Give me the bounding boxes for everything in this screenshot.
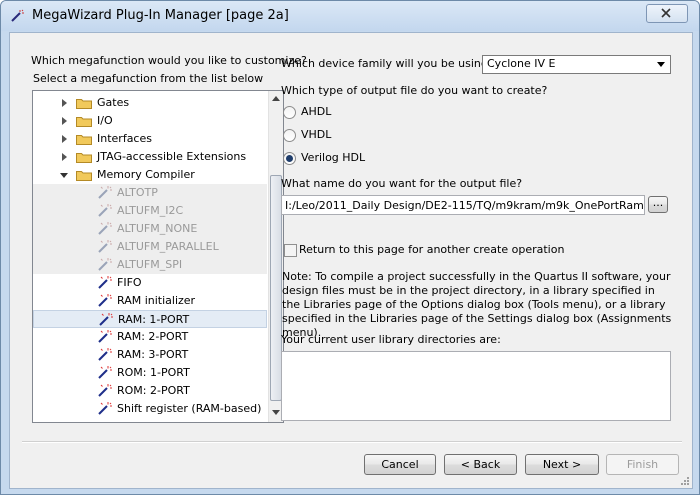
magic-wand-icon: [96, 240, 112, 254]
tree-item-memory-compiler[interactable]: Memory Compiler: [33, 166, 267, 184]
tree-item-label: RAM initializer: [117, 294, 196, 307]
tree-item-label: ALTUFM_PARALLEL: [117, 240, 219, 253]
wizard-window: MegaWizard Plug-In Manager [page 2a] Whi…: [0, 0, 700, 495]
radio-vhdl-label: VHDL: [301, 128, 332, 141]
browse-button[interactable]: ...: [648, 196, 668, 213]
scroll-down-icon[interactable]: [272, 410, 280, 415]
library-note: Note: To compile a project successfully …: [282, 270, 672, 339]
tree-item-label: ALTUFM_I2C: [117, 204, 184, 217]
dropdown-arrow-icon: [657, 62, 665, 67]
close-icon: [661, 8, 671, 18]
tree-item-label: ALTUFM_SPI: [117, 258, 183, 271]
device-family-value: Cyclone IV E: [487, 57, 556, 70]
tree-item-label: ALTOTP: [117, 186, 158, 199]
magic-wand-icon: [96, 402, 112, 416]
library-dirs-box[interactable]: [281, 351, 671, 421]
tree-item-rom-2-port[interactable]: ROM: 2-PORT: [33, 382, 267, 400]
expand-triangle-icon[interactable]: [62, 117, 67, 125]
radio-vhdl[interactable]: [283, 129, 296, 142]
magic-wand-icon: [96, 258, 112, 272]
radio-ahdl[interactable]: [283, 106, 296, 119]
radio-verilog-hdl-label: Verilog HDL: [301, 151, 366, 164]
select-prompt: Select a megafunction from the list belo…: [33, 72, 264, 85]
tree-item-label: ROM: 1-PORT: [117, 366, 190, 379]
magic-wand-icon: [96, 276, 112, 290]
finish-button: Finish: [606, 454, 679, 475]
tree-item-label: RAM: 3-PORT: [117, 348, 189, 361]
magic-wand-icon: [96, 186, 112, 200]
tree-item-label: Gates: [97, 96, 130, 109]
tree-item-interfaces[interactable]: Interfaces: [33, 130, 267, 148]
library-dirs-label: Your current user library directories ar…: [281, 333, 501, 346]
tree-item-altufm-i2c[interactable]: ALTUFM_I2C: [33, 202, 267, 220]
wand-app-icon: [11, 9, 24, 22]
window-title: MegaWizard Plug-In Manager [page 2a]: [32, 8, 289, 23]
magic-wand-icon: [96, 384, 112, 398]
expand-triangle-open-icon[interactable]: [60, 173, 68, 178]
tree-item-shift-register-ram-based[interactable]: Shift register (RAM-based): [33, 400, 267, 418]
tree-item-label: ROM: 2-PORT: [117, 384, 190, 397]
folder-icon: [76, 97, 92, 109]
back-button[interactable]: < Back: [444, 454, 517, 475]
expand-triangle-icon[interactable]: [62, 99, 67, 107]
tree-item-label: ALTUFM_NONE: [117, 222, 198, 235]
output-type-question: Which type of output file do you want to…: [281, 84, 548, 97]
resize-grip-icon[interactable]: [680, 476, 690, 486]
tree-item-gates[interactable]: Gates: [33, 94, 267, 112]
return-checkbox-label: Return to this page for another create o…: [299, 243, 565, 256]
title-bar[interactable]: MegaWizard Plug-In Manager [page 2a]: [1, 1, 699, 31]
expand-triangle-icon[interactable]: [62, 135, 67, 143]
tree-item-label: RAM: 1-PORT: [118, 313, 190, 326]
megafunction-tree[interactable]: Shift register (RAM-based) ROM: 2-PORT ROM…: [32, 90, 284, 423]
device-family-question: Which device family will you be using?: [281, 57, 494, 70]
cancel-button[interactable]: Cancel: [364, 454, 436, 475]
magic-wand-icon: [96, 222, 112, 236]
tree-item-ram-1-port[interactable]: RAM: 1-PORT: [33, 310, 267, 328]
magic-wand-icon: [96, 330, 112, 344]
magic-wand-icon: [97, 313, 113, 327]
tree-item-label: FIFO: [117, 276, 142, 289]
radio-selected-dot: [286, 155, 293, 162]
tree-item-altotp[interactable]: ALTOTP: [33, 184, 267, 202]
radio-ahdl-label: AHDL: [301, 105, 332, 118]
tree-item-altufm-spi[interactable]: ALTUFM_SPI: [33, 256, 267, 274]
tree-item-rom-1-port[interactable]: ROM: 1-PORT: [33, 364, 267, 382]
tree-item-altufm-none[interactable]: ALTUFM_NONE: [33, 220, 267, 238]
tree-item-ram-initializer[interactable]: RAM initializer: [33, 292, 267, 310]
tree-item-ram-3-port[interactable]: RAM: 3-PORT: [33, 346, 267, 364]
tree-item-label: Shift register (RAM-based): [117, 402, 262, 415]
device-family-select[interactable]: Cyclone IV E: [482, 55, 671, 74]
magic-wand-icon: [96, 366, 112, 380]
scroll-up-icon[interactable]: [272, 96, 280, 101]
magic-wand-icon: [96, 348, 112, 362]
folder-icon: [76, 169, 92, 181]
tree-item-label: JTAG-accessible Extensions: [97, 150, 247, 163]
divider: [22, 441, 682, 443]
close-button[interactable]: [646, 4, 688, 23]
tree-item-label: Interfaces: [97, 132, 152, 145]
megafunction-question: Which megafunction would you like to cus…: [31, 54, 307, 67]
tree-item-fifo[interactable]: FIFO: [33, 274, 267, 292]
magic-wand-icon: [96, 204, 112, 218]
folder-icon: [76, 151, 92, 163]
dialog-body: Which megafunction would you like to cus…: [9, 32, 693, 489]
tree-item-label: RAM: 2-PORT: [117, 330, 189, 343]
radio-verilog-hdl[interactable]: [283, 152, 296, 165]
folder-icon: [76, 133, 92, 145]
tree-item-altufm-parallel[interactable]: ALTUFM_PARALLEL: [33, 238, 267, 256]
folder-icon: [76, 115, 92, 127]
tree-item-label: I/O: [97, 114, 113, 127]
output-file-input[interactable]: [282, 196, 644, 214]
tree-item-i-o[interactable]: I/O: [33, 112, 267, 130]
magic-wand-icon: [96, 294, 112, 308]
output-file-field[interactable]: [281, 195, 645, 215]
return-checkbox[interactable]: [284, 244, 297, 257]
next-button[interactable]: Next >: [525, 454, 599, 475]
tree-item-label: Memory Compiler: [97, 168, 195, 181]
expand-triangle-icon[interactable]: [62, 153, 67, 161]
tree-item-jtag-accessible-extensions[interactable]: JTAG-accessible Extensions: [33, 148, 267, 166]
tree-item-ram-2-port[interactable]: RAM: 2-PORT: [33, 328, 267, 346]
output-file-question: What name do you want for the output fil…: [281, 177, 523, 190]
